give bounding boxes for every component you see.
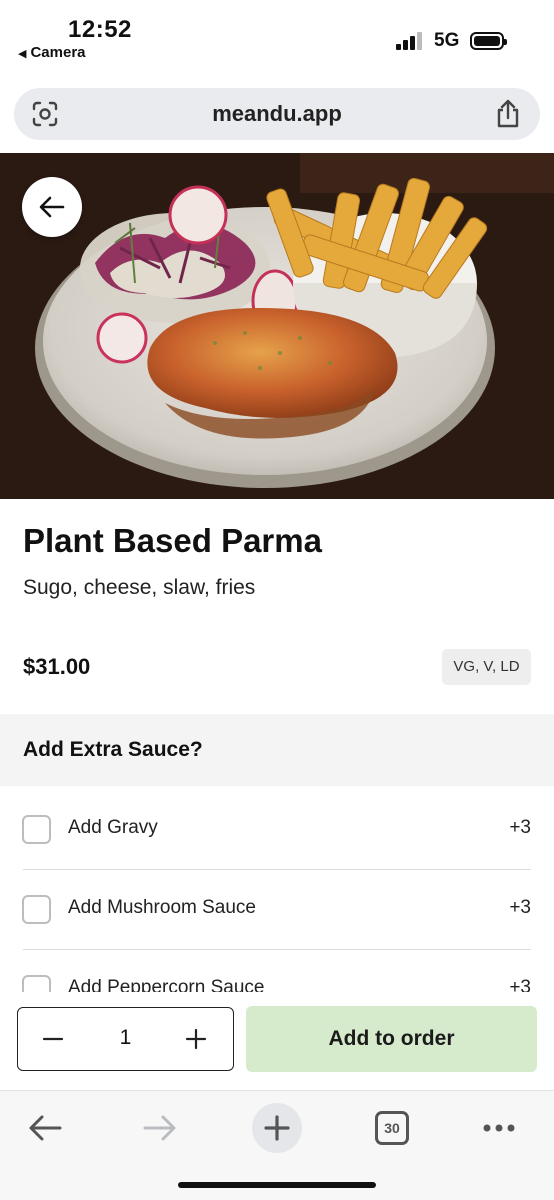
quantity-stepper: 1: [17, 1007, 234, 1071]
battery-icon: [470, 32, 507, 50]
url-text: meandu.app: [212, 101, 342, 126]
item-description: Sugo, cheese, slaw, fries: [23, 576, 256, 599]
option-checkbox[interactable]: [22, 815, 51, 844]
status-bar: 12:52 ◀ Camera 5G: [0, 0, 554, 80]
option-add-gravy[interactable]: Add Gravy +3: [0, 789, 554, 869]
clock: 12:52: [68, 16, 132, 43]
back-to-app-link[interactable]: ◀ Camera: [18, 44, 86, 61]
modifier-group-title: Add Extra Sauce?: [23, 738, 203, 761]
increase-quantity-button[interactable]: [181, 1024, 211, 1054]
tab-count: 30: [375, 1111, 409, 1145]
back-app-label: Camera: [30, 44, 86, 61]
option-label: Add Gravy: [68, 817, 158, 838]
arrow-right-icon: [143, 1115, 176, 1141]
option-price: +3: [509, 897, 531, 918]
tab-switcher-button[interactable]: 30: [367, 1103, 417, 1153]
option-price: +3: [509, 817, 531, 838]
back-button[interactable]: [22, 177, 82, 237]
home-indicator: [178, 1182, 376, 1188]
network-type: 5G: [434, 30, 460, 51]
item-price: $31.00: [23, 654, 91, 679]
arrow-left-icon: [29, 1115, 62, 1141]
add-to-order-button[interactable]: Add to order: [246, 1006, 537, 1072]
dietary-badge: VG, V, LD: [442, 649, 531, 685]
share-icon[interactable]: [494, 99, 522, 129]
arrow-left-icon: [39, 196, 65, 218]
cellular-signal-icon: [396, 32, 424, 50]
more-dots-icon: [483, 1124, 515, 1132]
option-checkbox[interactable]: [22, 895, 51, 924]
new-tab-button[interactable]: [252, 1103, 302, 1153]
option-label: Add Mushroom Sauce: [68, 897, 256, 918]
option-add-mushroom-sauce[interactable]: Add Mushroom Sauce +3: [0, 869, 554, 949]
item-title: Plant Based Parma: [23, 522, 322, 559]
browser-forward-button[interactable]: [135, 1103, 185, 1153]
more-menu-button[interactable]: [474, 1103, 524, 1153]
address-bar[interactable]: meandu.app: [14, 88, 540, 140]
order-bar: 1 Add to order: [0, 992, 554, 1090]
modifier-group-header: Add Extra Sauce?: [0, 714, 554, 786]
browser-back-button[interactable]: [20, 1103, 70, 1153]
plus-icon: [264, 1115, 290, 1141]
item-photo: [0, 153, 554, 499]
back-triangle-icon: ◀: [18, 48, 27, 60]
new-tab-circle: [252, 1103, 302, 1153]
